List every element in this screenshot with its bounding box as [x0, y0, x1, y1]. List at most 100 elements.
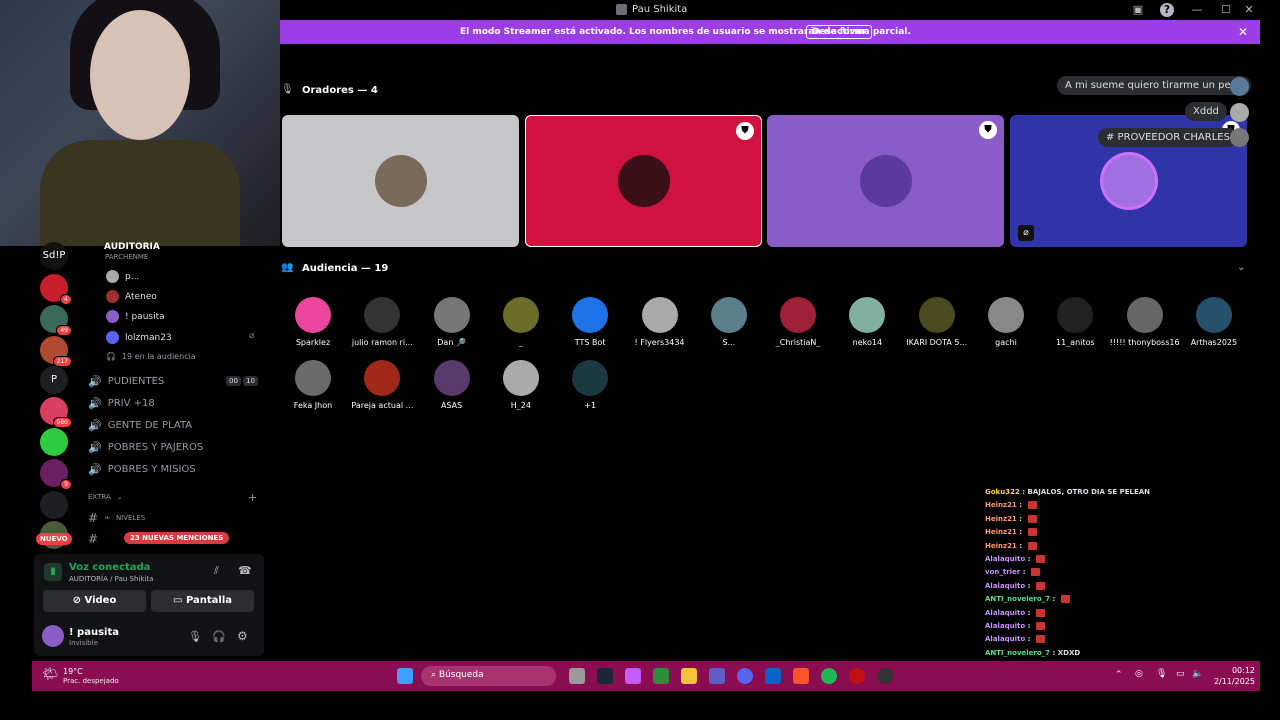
screen-share-button[interactable]: ▭ Pantalla: [151, 590, 254, 612]
new-mentions-badge[interactable]: 23 NUEVAS MENCIONES: [124, 532, 230, 544]
audience-member[interactable]: Feka Jhon: [278, 360, 348, 410]
teams-icon[interactable]: [709, 668, 725, 684]
audience-count[interactable]: 🎧 19 en la audiencia: [106, 352, 196, 361]
audience-member[interactable]: _: [486, 297, 556, 347]
server-icon[interactable]: Sd!P: [40, 242, 68, 270]
speaker-tile[interactable]: ⛊: [767, 115, 1004, 247]
search-box[interactable]: ⌕ Búsqueda: [421, 666, 556, 686]
audience-member[interactable]: Arthas2025: [1179, 297, 1249, 347]
weather-icon[interactable]: 🌤: [42, 667, 59, 682]
noise-suppression-icon[interactable]: ⫽: [214, 564, 219, 578]
server-icon[interactable]: 49: [40, 305, 72, 336]
text-channel-niveles[interactable]: # ❧ NIVELES: [88, 511, 145, 525]
chevron-down-icon[interactable]: ⌄: [1237, 262, 1245, 273]
wifi-icon[interactable]: ▭: [1176, 669, 1185, 679]
minimize-button[interactable]: —: [1190, 3, 1204, 17]
window-title: Pau Shikita: [632, 4, 688, 15]
audience-icon: 👥: [281, 262, 294, 273]
server-icon[interactable]: 980: [40, 397, 72, 428]
audience-member[interactable]: Pareja actual ...: [347, 360, 417, 410]
audience-member[interactable]: TTS Bot: [555, 297, 625, 347]
voice-channel-gente-de-plata[interactable]: 🔊 GENTE DE PLATA: [88, 419, 192, 432]
volume-icon[interactable]: 🔈: [1192, 669, 1203, 679]
headphones-icon[interactable]: 🎧: [212, 630, 226, 643]
audience-member[interactable]: ASAS: [417, 360, 487, 410]
brave-icon[interactable]: [793, 668, 809, 684]
speaker-tile[interactable]: ⛊: [525, 115, 762, 247]
username[interactable]: ! pausita: [69, 627, 119, 638]
disconnect-icon[interactable]: ☎: [238, 564, 252, 577]
voice-status[interactable]: Voz conectada: [69, 562, 150, 573]
settings-gear-icon[interactable]: ⚙: [237, 629, 248, 643]
stage-user[interactable]: lolzman23: [106, 331, 172, 344]
stage-user[interactable]: Ateneo: [106, 290, 157, 303]
microphone-icon[interactable]: 🎙: [188, 630, 202, 643]
outlook-icon[interactable]: [765, 668, 781, 684]
server-icon[interactable]: [40, 428, 68, 456]
audience-member[interactable]: H_24: [486, 360, 556, 410]
microphone-icon[interactable]: 🎙: [1156, 669, 1167, 679]
clock-time[interactable]: 00:12: [1215, 666, 1255, 675]
spotify-icon[interactable]: [821, 668, 837, 684]
task-view-icon[interactable]: [569, 668, 585, 684]
close-banner-icon[interactable]: ✕: [1238, 25, 1248, 39]
stage-user[interactable]: ! pausita: [106, 310, 165, 323]
audience-member[interactable]: _ChristiaN_: [763, 297, 833, 347]
chevron-up-icon[interactable]: ⌃: [1115, 670, 1123, 680]
audience-member[interactable]: !!!!! thonyboss16: [1110, 297, 1180, 347]
server-icon[interactable]: 9: [40, 459, 72, 490]
app-icon[interactable]: [653, 668, 669, 684]
server-icon[interactable]: 4: [40, 274, 72, 305]
stage-user[interactable]: p...: [106, 270, 139, 283]
video-button[interactable]: ⊘ Video: [43, 590, 146, 612]
audience-member[interactable]: gachi: [971, 297, 1041, 347]
member-name: !!!!! thonyboss16: [1109, 338, 1180, 347]
signal-icon[interactable]: ▮: [44, 563, 62, 581]
audience-member[interactable]: neko14: [832, 297, 902, 347]
close-window-button[interactable]: ✕: [1242, 3, 1256, 17]
text-channel-unread[interactable]: #: [88, 532, 98, 546]
audience-member[interactable]: 11_anitos: [1040, 297, 1110, 347]
weather-text[interactable]: Prac. despejado: [63, 677, 119, 685]
audience-member[interactable]: IKARI DOTA 5...: [902, 297, 972, 347]
voice-channel-pobres-y-misios[interactable]: 🔊 POBRES Y MISIOS: [88, 463, 196, 476]
speaker-tile[interactable]: [282, 115, 519, 247]
audience-member[interactable]: +1: [555, 360, 625, 410]
server-icon[interactable]: P: [40, 366, 68, 394]
add-channel-icon[interactable]: +: [248, 491, 257, 504]
clock-date[interactable]: 2/11/2025: [1205, 677, 1255, 686]
start-icon[interactable]: [397, 668, 413, 684]
help-icon[interactable]: ?: [1160, 3, 1174, 17]
chat-message: Heinz21 :: [985, 528, 1037, 537]
audience-member[interactable]: julio ramon ri...: [347, 297, 417, 347]
server-icon[interactable]: 217: [40, 336, 72, 367]
app-icon[interactable]: [849, 668, 865, 684]
steam-icon[interactable]: [597, 668, 613, 684]
voice-channel-priv[interactable]: 🔊 PRIV +18: [88, 397, 155, 410]
maximize-button[interactable]: ☐: [1219, 3, 1233, 17]
temperature[interactable]: 19°C: [63, 667, 83, 676]
voice-channel-path[interactable]: AUDITORÍA / Pau Shikita: [69, 575, 153, 583]
voice-channel-pudientes[interactable]: 🔊 PUDIENTES: [88, 375, 164, 388]
audience-member[interactable]: ! Flyers3434: [625, 297, 695, 347]
new-badge[interactable]: NUEVO: [36, 533, 72, 545]
category-extra[interactable]: EXTRA ⌄: [88, 493, 123, 501]
member-name: _ChristiaN_: [775, 338, 821, 347]
file-explorer-icon[interactable]: [681, 668, 697, 684]
audience-member[interactable]: S...: [694, 297, 764, 347]
audience-member[interactable]: Dan 🔎: [417, 297, 487, 347]
inbox-icon[interactable]: ▣: [1131, 3, 1145, 17]
network-icon[interactable]: ◎: [1135, 669, 1143, 679]
audience-member[interactable]: Sparklez: [278, 297, 348, 347]
voice-channel-pobres-y-pajeros[interactable]: 🔊 POBRES Y PAJEROS: [88, 441, 203, 454]
member-name: Feka Jhon: [293, 401, 333, 410]
member-name: Pareja actual ...: [351, 401, 414, 410]
discord-icon[interactable]: [737, 668, 753, 684]
avatar[interactable]: [42, 625, 64, 647]
obs-icon[interactable]: [877, 668, 893, 684]
avatar: [918, 297, 955, 333]
server-icon[interactable]: [40, 491, 68, 519]
copilot-icon[interactable]: [625, 668, 641, 684]
deactivate-button[interactable]: Desactivar: [806, 25, 873, 39]
stage-channel-name[interactable]: AUDITORIA: [104, 242, 160, 252]
